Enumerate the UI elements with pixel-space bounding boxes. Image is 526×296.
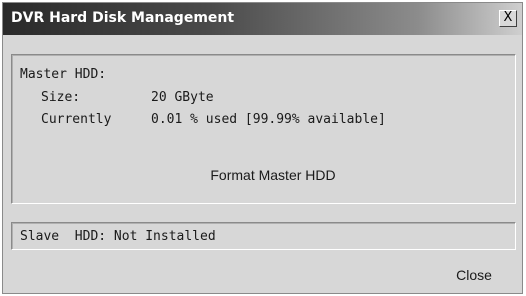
size-value: 20 GByte [151, 90, 214, 105]
close-button[interactable]: Close [439, 263, 509, 287]
slave-hdd-panel: Slave HDD: Not Installed [11, 222, 516, 250]
close-icon[interactable]: X [499, 10, 517, 27]
slave-hdd-status: Slave HDD: Not Installed [20, 229, 216, 244]
format-master-hdd-button[interactable]: Format Master HDD [198, 163, 348, 187]
master-hdd-heading: Master HDD: [20, 67, 107, 82]
usage-value: 0.01 % used [99.99% available] [151, 112, 386, 127]
window-title: DVR Hard Disk Management [11, 10, 235, 26]
dvr-hdd-dialog: DVR Hard Disk Management X Master HDD: S… [2, 2, 523, 294]
usage-label: Currently [41, 112, 112, 127]
size-label: Size: [41, 90, 81, 105]
master-hdd-panel: Master HDD: Size: 20 GByte Currently 0.0… [11, 54, 516, 204]
title-bar[interactable]: DVR Hard Disk Management X [3, 3, 522, 35]
